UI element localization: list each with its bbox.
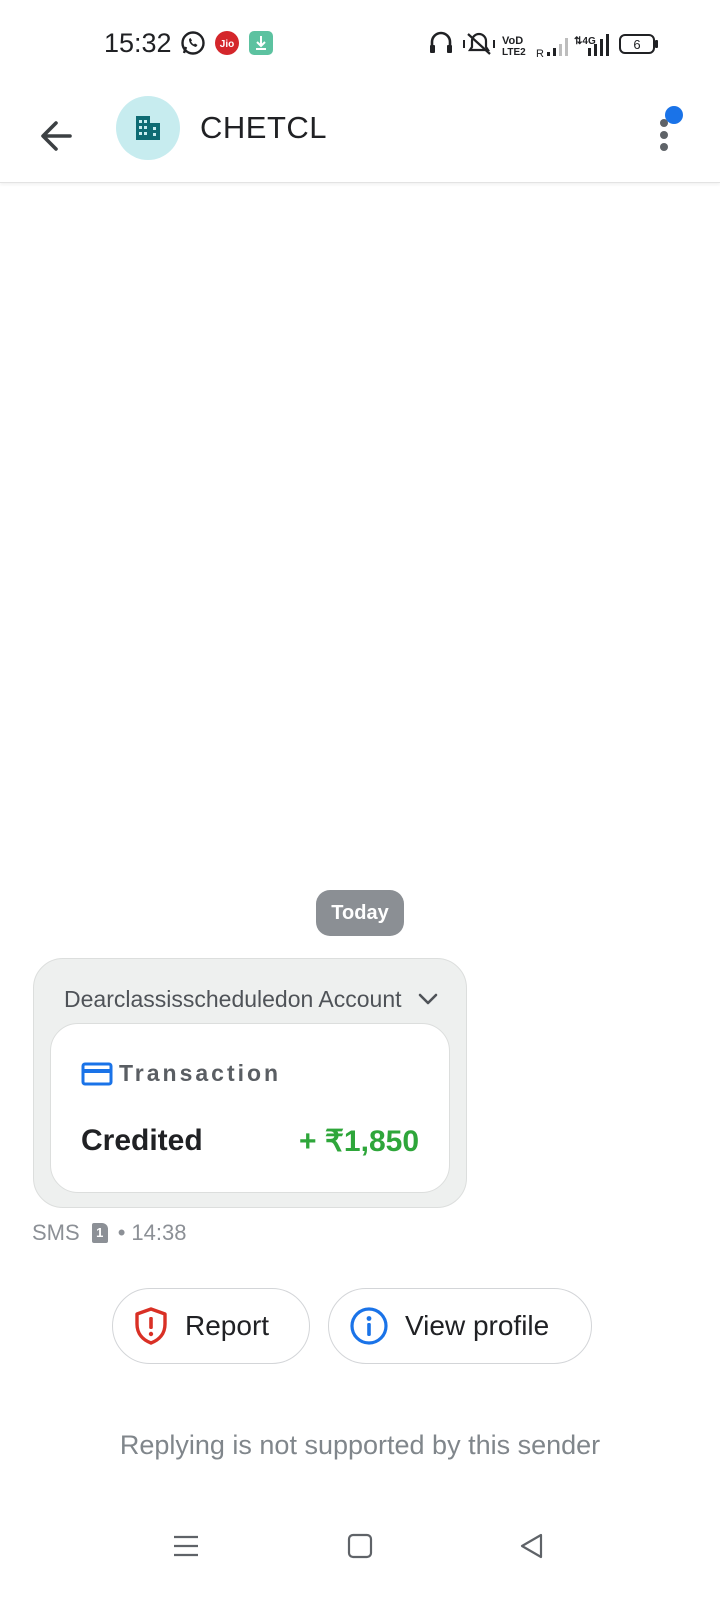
svg-text:Jio: Jio — [220, 39, 234, 50]
download-icon — [249, 31, 273, 55]
whatsapp-icon — [181, 31, 205, 55]
status-bar: 15:32 Jio VoD LTE2 R ⇅4G 6 — [0, 0, 720, 90]
view-profile-label: View profile — [405, 1310, 550, 1341]
svg-text:VoD: VoD — [502, 35, 523, 47]
status-right-icons: VoD LTE2 R ⇅4G 6 — [430, 31, 658, 60]
conversation-app-bar: CHETCL — [0, 90, 720, 183]
info-icon — [350, 1307, 388, 1345]
business-icon — [136, 116, 160, 140]
contact-avatar[interactable] — [116, 96, 180, 160]
more-options-button[interactable] — [652, 104, 696, 160]
transaction-amount: + ₹1,850 — [298, 1125, 419, 1158]
message-time: 14:38 — [131, 1220, 187, 1245]
battery-level: 6 — [633, 37, 640, 52]
status-time: 15:32 — [104, 28, 172, 58]
4g-signal-icon: ⇅4G — [574, 34, 609, 56]
volte-icon: VoD LTE2 — [502, 35, 526, 58]
menu-icon[interactable] — [170, 1530, 202, 1562]
reply-not-supported-text: Replying is not supported by this sender — [119, 1430, 601, 1460]
svg-text:LTE2: LTE2 — [502, 47, 526, 58]
chevron-down-icon[interactable] — [416, 987, 440, 1011]
svg-text:⇅4G: ⇅4G — [574, 36, 596, 47]
jio-icon: Jio — [215, 31, 239, 55]
date-separator: Today — [316, 890, 404, 936]
back-triangle-icon[interactable] — [516, 1530, 548, 1562]
credit-card-icon — [81, 1062, 113, 1085]
message-preview-text: Dearclassisscheduledon Account — [64, 985, 402, 1012]
svg-text:R: R — [536, 48, 544, 60]
transaction-card[interactable]: Transaction Credited + ₹1,850 — [50, 1023, 450, 1193]
card-type-row: Transaction — [81, 1060, 281, 1087]
message-meta: SMS 1 • 14:38 — [32, 1220, 186, 1246]
message-preview-row[interactable]: Dearclassisscheduledon Account — [64, 979, 452, 1019]
back-button[interactable] — [30, 110, 82, 162]
more-vert-icon — [660, 106, 683, 151]
view-profile-button[interactable]: View profile — [328, 1288, 592, 1364]
notification-dot — [665, 106, 683, 124]
meta-separator: • — [117, 1220, 126, 1245]
card-type-label: Transaction — [119, 1060, 282, 1086]
report-button[interactable]: Report — [112, 1288, 310, 1364]
signal-icon: R — [536, 38, 568, 60]
vibrate-icon — [463, 32, 495, 55]
message-channel: SMS — [32, 1220, 80, 1245]
contact-name[interactable]: CHETCL — [200, 110, 327, 146]
arrow-back-icon — [41, 121, 72, 151]
home-icon[interactable] — [344, 1530, 376, 1562]
report-shield-icon — [135, 1307, 167, 1345]
sim-card-icon: 1 — [91, 1223, 108, 1243]
report-label: Report — [185, 1310, 270, 1341]
message-bubble[interactable]: Dearclassisscheduledon Account Transacti… — [33, 958, 467, 1208]
transaction-status: Credited — [81, 1124, 203, 1157]
headphones-icon — [430, 31, 452, 53]
